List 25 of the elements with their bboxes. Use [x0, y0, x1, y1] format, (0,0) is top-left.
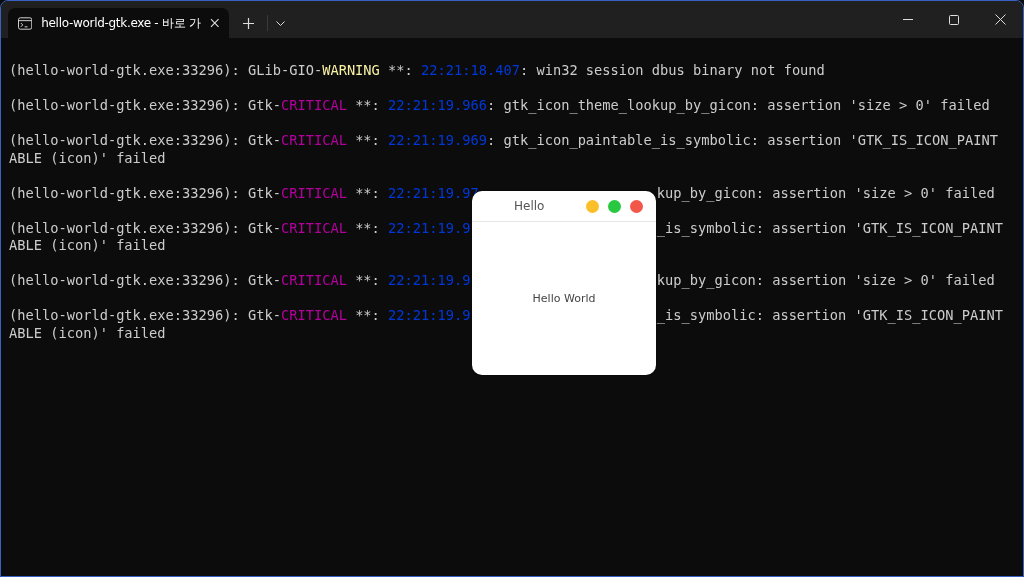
- log-text: _is_symbolic: assertion 'GTK_IS_ICON_PAINT: [656, 307, 1003, 325]
- window-title: Hello: [514, 199, 545, 213]
- log-text: (hello-world-gtk.exe:33296): Gtk-CRITICAL **: 22:21:19.966: gtk_icon_theme_lookup_by_gicon: assertion 'size > 0' failed: [9, 97, 990, 115]
- maximize-icon[interactable]: [949, 14, 959, 25]
- close-button[interactable]: [630, 199, 643, 213]
- log-text: (hello-world-gtk.exe:33296): GLib-GIO-WARNING **: 22:21:18.407: win32 session dbus binary not found: [9, 62, 825, 80]
- label-text: Hello World: [532, 292, 596, 305]
- log-text: (hello-world-gtk.exe:33296): Gtk-CRITICAL **: 22:21:19.9: [9, 307, 471, 325]
- log-text: (hello-world-gtk.exe:33296): Gtk-CRITICAL **: 22:21:19.97: [9, 184, 479, 202]
- log-text: kup_by_gicon: assertion 'size > 0' failed: [656, 184, 995, 202]
- log-text: (hello-world-gtk.exe:33296): Gtk-CRITICAL **: 22:21:19.9: [9, 219, 471, 237]
- chevron-down-icon[interactable]: [275, 20, 285, 26]
- terminal-icon: [18, 16, 33, 30]
- close-icon[interactable]: [209, 18, 219, 28]
- log-text: (hello-world-gtk.exe:33296): Gtk-CRITICAL **: 22:21:19.9: [9, 272, 471, 290]
- log-text: _is_symbolic: assertion 'GTK_IS_ICON_PAINT: [656, 219, 1003, 237]
- tab-title: hello-world-gtk.exe - 바로 가: [41, 14, 201, 32]
- terminal-tab[interactable]: hello-world-gtk.exe - 바로 가: [8, 8, 229, 38]
- log-text: kup_by_gicon: assertion 'size > 0' failed: [656, 272, 995, 290]
- plus-icon[interactable]: [242, 17, 254, 29]
- log-text: ABLE (icon)' failed: [9, 237, 166, 255]
- log-text: ABLE (icon)' failed: [9, 324, 166, 342]
- log-text: ABLE (icon)' failed: [9, 149, 166, 167]
- log-text: (hello-world-gtk.exe:33296): Gtk-CRITICAL **: 22:21:19.969: gtk_icon_paintable_is_symbolic: assertion 'GTK_IS_ICON_PAINT: [9, 132, 998, 150]
- close-icon[interactable]: [994, 14, 1006, 25]
